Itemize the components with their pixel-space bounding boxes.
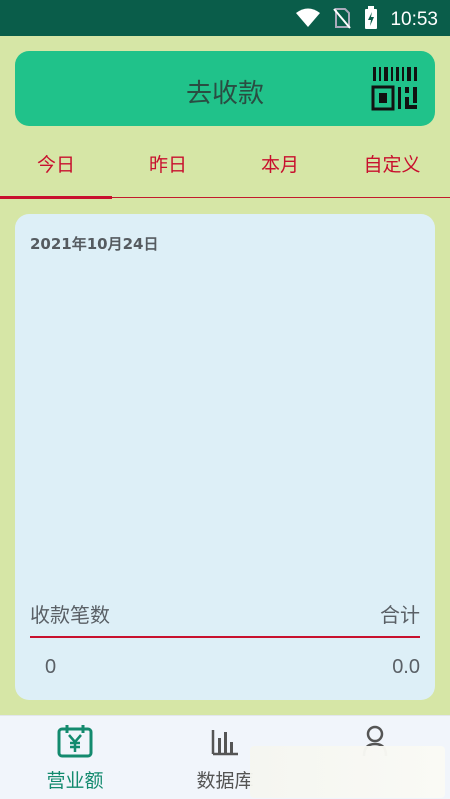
- qr-scan-icon[interactable]: [371, 65, 419, 117]
- bar-chart-icon: [210, 730, 240, 762]
- total-label: 合计: [380, 603, 420, 627]
- summary-card: 2021年10月24日 收款笔数 合计 0 0.0: [15, 214, 435, 700]
- tab-this-month[interactable]: 本月: [224, 150, 336, 177]
- battery-charging-icon: [364, 6, 378, 34]
- obscured-region: [250, 746, 445, 798]
- status-bar: 10:53: [0, 0, 450, 36]
- summary-divider: [30, 636, 420, 638]
- total-value: 0.0: [392, 656, 420, 678]
- summary-date: 2021年10月24日: [30, 235, 159, 253]
- status-icons: 10:53: [296, 6, 438, 34]
- calendar-yuan-icon: [56, 725, 94, 762]
- count-value: 0: [45, 656, 57, 678]
- active-tab-indicator: [0, 196, 112, 199]
- count-label: 收款笔数: [30, 603, 110, 627]
- wifi-icon: [296, 8, 321, 32]
- bottom-navigation: 营业额 数据库: [0, 715, 450, 799]
- status-time: 10:53: [390, 9, 438, 30]
- date-range-tabs: 今日 昨日 本月 自定义: [0, 140, 450, 199]
- tab-yesterday[interactable]: 昨日: [112, 150, 224, 177]
- tab-today[interactable]: 今日: [0, 150, 112, 177]
- collect-payment-button[interactable]: 去收款: [15, 51, 435, 126]
- nav-label-revenue: 营业额: [46, 770, 104, 792]
- tab-custom[interactable]: 自定义: [336, 150, 448, 177]
- nav-item-revenue[interactable]: 营业额: [20, 724, 130, 793]
- no-sim-icon: [332, 7, 352, 33]
